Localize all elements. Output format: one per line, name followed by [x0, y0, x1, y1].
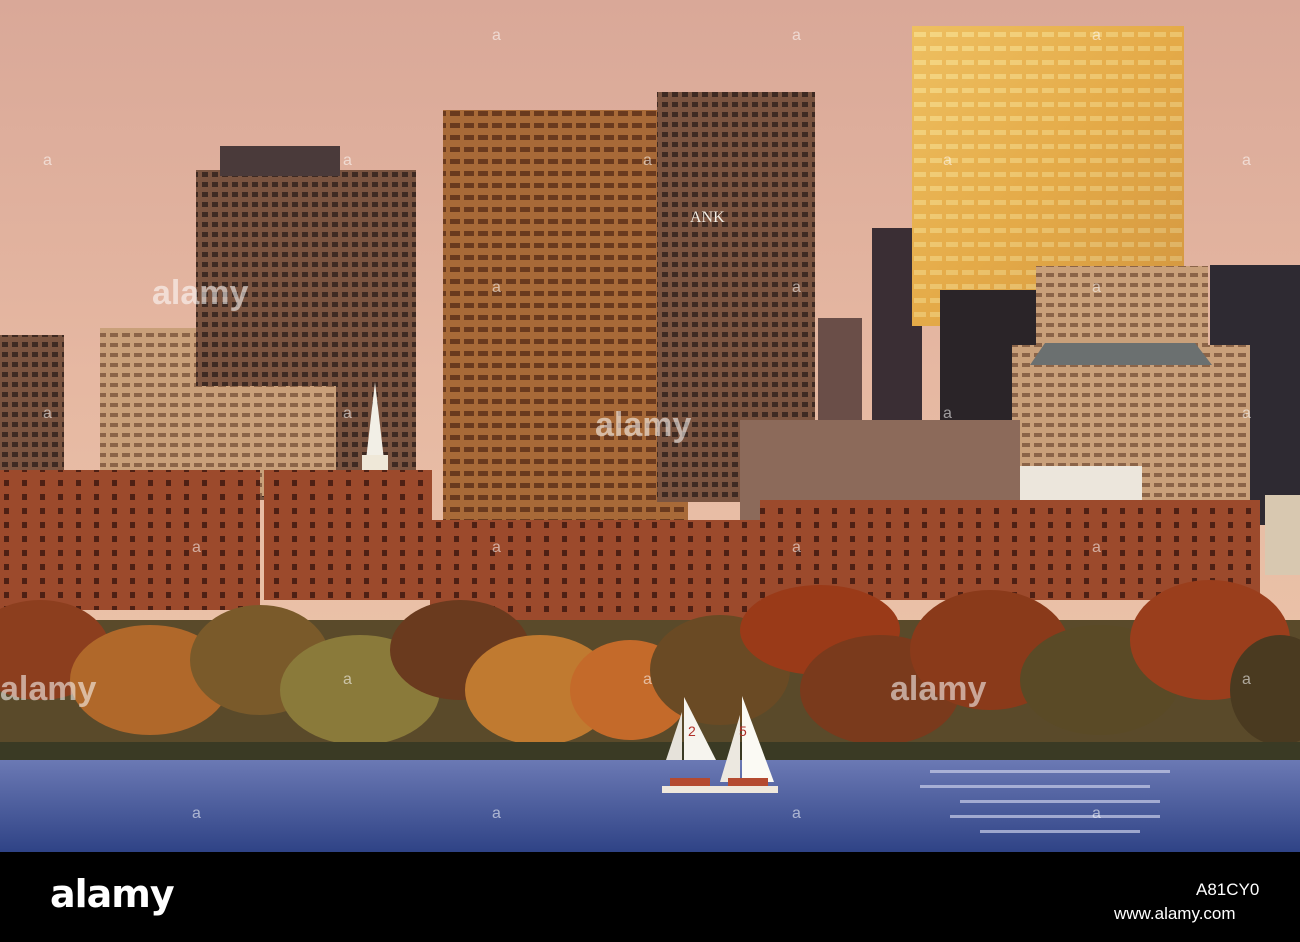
- svg-text:a: a: [643, 152, 652, 169]
- site-url[interactable]: www.alamy.com: [1114, 904, 1236, 924]
- stock-photo: ANK 2 5 alamy alamy alamy alamy a a a a …: [0, 0, 1300, 852]
- svg-text:a: a: [343, 405, 352, 422]
- svg-text:a: a: [1242, 152, 1251, 169]
- svg-text:2: 2: [688, 723, 696, 739]
- svg-text:a: a: [943, 152, 952, 169]
- svg-text:a: a: [492, 539, 501, 556]
- tower-middle: [443, 110, 688, 530]
- svg-text:a: a: [792, 539, 801, 556]
- building-clock-roof: [1030, 343, 1212, 365]
- svg-text:a: a: [343, 152, 352, 169]
- svg-text:a: a: [43, 152, 52, 169]
- svg-text:a: a: [43, 405, 52, 422]
- image-id: A81CY0: [1196, 880, 1260, 899]
- svg-text:a: a: [343, 671, 352, 688]
- svg-text:a: a: [192, 539, 201, 556]
- svg-text:a: a: [643, 671, 652, 688]
- skyline-scene: ANK 2 5 alamy alamy alamy alamy a a a a …: [0, 0, 1300, 852]
- svg-text:5: 5: [739, 723, 747, 739]
- svg-text:a: a: [1242, 405, 1251, 422]
- svg-text:a: a: [792, 27, 801, 44]
- svg-text:a: a: [1092, 539, 1101, 556]
- brownstones-left: [0, 470, 260, 610]
- building-right-stepped: [1036, 266, 1208, 346]
- svg-text:a: a: [1092, 27, 1101, 44]
- svg-text:alamy: alamy: [890, 670, 986, 708]
- svg-text:a: a: [492, 805, 501, 822]
- svg-text:a: a: [792, 279, 801, 296]
- svg-text:alamy: alamy: [0, 670, 96, 708]
- svg-text:a: a: [1242, 671, 1251, 688]
- alamy-footer: alamy A81CY0 www.alamy.com: [0, 852, 1300, 942]
- brick-tower: [264, 470, 432, 600]
- bank-sign: ANK: [690, 209, 725, 226]
- svg-text:alamy: alamy: [152, 274, 248, 312]
- svg-text:a: a: [492, 279, 501, 296]
- svg-text:alamy: alamy: [595, 406, 691, 444]
- svg-text:a: a: [792, 805, 801, 822]
- svg-text:a: a: [192, 805, 201, 822]
- svg-text:a: a: [1092, 805, 1101, 822]
- svg-text:a: a: [492, 27, 501, 44]
- svg-text:a: a: [943, 405, 952, 422]
- building-far-right: [1265, 495, 1300, 575]
- alamy-logo[interactable]: alamy: [50, 872, 175, 916]
- svg-text:a: a: [1092, 279, 1101, 296]
- tower-dark-left-top: [220, 146, 340, 176]
